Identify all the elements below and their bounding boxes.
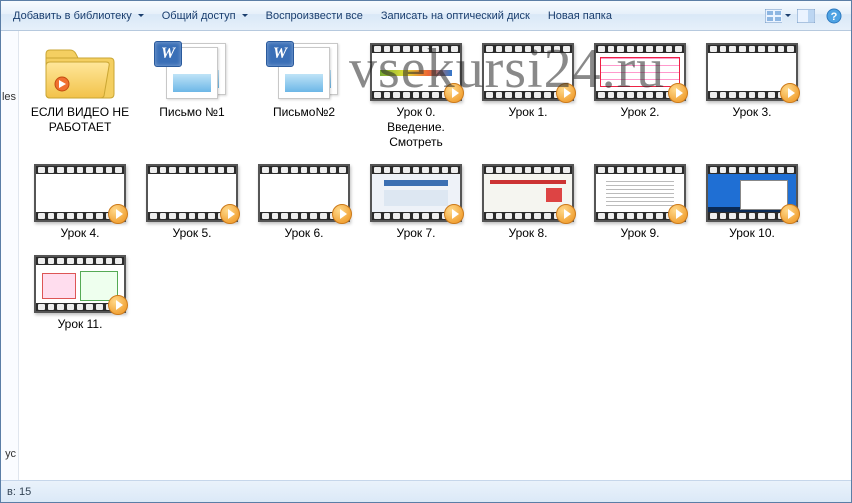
play-icon: [668, 83, 688, 103]
video-thumbnail: [370, 41, 462, 103]
item-label: Урок 5.: [172, 226, 211, 241]
sidebar-text-frag: ус: [1, 448, 18, 460]
play-icon: [556, 83, 576, 103]
sidebar-text-frag: les: [1, 91, 18, 103]
play-all-button[interactable]: Воспроизвести все: [258, 6, 371, 26]
item-label: Письмо №1: [159, 105, 224, 120]
add-to-library-button[interactable]: Добавить в библиотеку: [5, 6, 152, 26]
item-label: Урок 3.: [732, 105, 771, 120]
help-button[interactable]: ?: [821, 5, 847, 27]
chevron-down-icon: [242, 14, 248, 17]
play-icon: [780, 83, 800, 103]
video-thumbnail: [146, 162, 238, 224]
chevron-down-icon: [785, 14, 791, 17]
view-icon: [765, 9, 782, 23]
word-badge-icon: W: [154, 41, 182, 67]
word-document-icon: W: [258, 41, 350, 103]
preview-pane-button[interactable]: [793, 5, 819, 27]
file-list[interactable]: ЕСЛИ ВИДЕО НЕ РАБОТАЕТ W Письмо №1 W Письмо№…: [19, 31, 851, 480]
folder-item[interactable]: ЕСЛИ ВИДЕО НЕ РАБОТАЕТ: [27, 41, 133, 150]
word-badge-icon: W: [266, 41, 294, 67]
word-document-icon: W: [146, 41, 238, 103]
play-icon: [332, 204, 352, 224]
video-thumbnail: [482, 162, 574, 224]
video-thumbnail: [258, 162, 350, 224]
video-item[interactable]: Урок 10.: [699, 162, 805, 241]
nav-pane-fragment: les ус: [1, 31, 19, 480]
video-thumbnail: [482, 41, 574, 103]
play-icon: [444, 83, 464, 103]
video-thumbnail: [706, 162, 798, 224]
item-label: Урок 2.: [620, 105, 659, 120]
document-item[interactable]: W Письмо №1: [139, 41, 245, 150]
play-icon: [668, 204, 688, 224]
video-item[interactable]: Урок 11.: [27, 253, 133, 332]
change-view-button[interactable]: [765, 5, 791, 27]
video-item[interactable]: Урок 5.: [139, 162, 245, 241]
new-folder-label: Новая папка: [548, 10, 612, 22]
video-item[interactable]: Урок 3.: [699, 41, 805, 150]
item-label: Урок 0. Введение. Смотреть: [366, 105, 466, 150]
status-bar: в: 15: [1, 480, 851, 502]
video-thumbnail: [370, 162, 462, 224]
item-label: Письмо№2: [273, 105, 335, 120]
share-button[interactable]: Общий доступ: [154, 6, 256, 26]
video-thumbnail: [34, 253, 126, 315]
folder-icon: [34, 41, 126, 103]
burn-disc-button[interactable]: Записать на оптический диск: [373, 6, 538, 26]
help-icon: ?: [826, 8, 842, 24]
video-item[interactable]: Урок 7.: [363, 162, 469, 241]
svg-text:?: ?: [831, 11, 838, 23]
item-label: Урок 1.: [508, 105, 547, 120]
play-icon: [556, 204, 576, 224]
play-icon: [444, 204, 464, 224]
play-icon: [220, 204, 240, 224]
item-label: Урок 7.: [396, 226, 435, 241]
video-item[interactable]: Урок 8.: [475, 162, 581, 241]
video-item[interactable]: Урок 0. Введение. Смотреть: [363, 41, 469, 150]
play-icon: [108, 204, 128, 224]
item-label: Урок 6.: [284, 226, 323, 241]
play-icon: [108, 295, 128, 315]
main-area: les ус ЕСЛИ ВИДЕО НЕ РАБОТАЕТWПисьмо №1W…: [1, 31, 851, 480]
toolbar: Добавить в библиотеку Общий доступ Воспр…: [1, 1, 851, 31]
chevron-down-icon: [138, 14, 144, 17]
item-label: Урок 11.: [58, 317, 103, 332]
video-item[interactable]: Урок 6.: [251, 162, 357, 241]
item-label: Урок 4.: [60, 226, 99, 241]
video-item[interactable]: Урок 4.: [27, 162, 133, 241]
share-label: Общий доступ: [162, 10, 236, 22]
video-thumbnail: [594, 41, 686, 103]
play-icon: [780, 204, 800, 224]
burn-label: Записать на оптический диск: [381, 10, 530, 22]
item-label: Урок 8.: [508, 226, 547, 241]
item-label: Урок 10.: [729, 226, 775, 241]
video-thumbnail: [706, 41, 798, 103]
video-thumbnail: [594, 162, 686, 224]
video-item[interactable]: Урок 1.: [475, 41, 581, 150]
add-to-library-label: Добавить в библиотеку: [13, 10, 132, 22]
document-item[interactable]: W Письмо№2: [251, 41, 357, 150]
play-all-label: Воспроизвести все: [266, 10, 363, 22]
video-item[interactable]: Урок 2.: [587, 41, 693, 150]
item-label: Урок 9.: [620, 226, 659, 241]
video-thumbnail: [34, 162, 126, 224]
preview-pane-icon: [797, 9, 815, 23]
video-item[interactable]: Урок 9.: [587, 162, 693, 241]
status-count: в: 15: [7, 486, 31, 498]
new-folder-button[interactable]: Новая папка: [540, 6, 620, 26]
item-label: ЕСЛИ ВИДЕО НЕ РАБОТАЕТ: [30, 105, 130, 135]
